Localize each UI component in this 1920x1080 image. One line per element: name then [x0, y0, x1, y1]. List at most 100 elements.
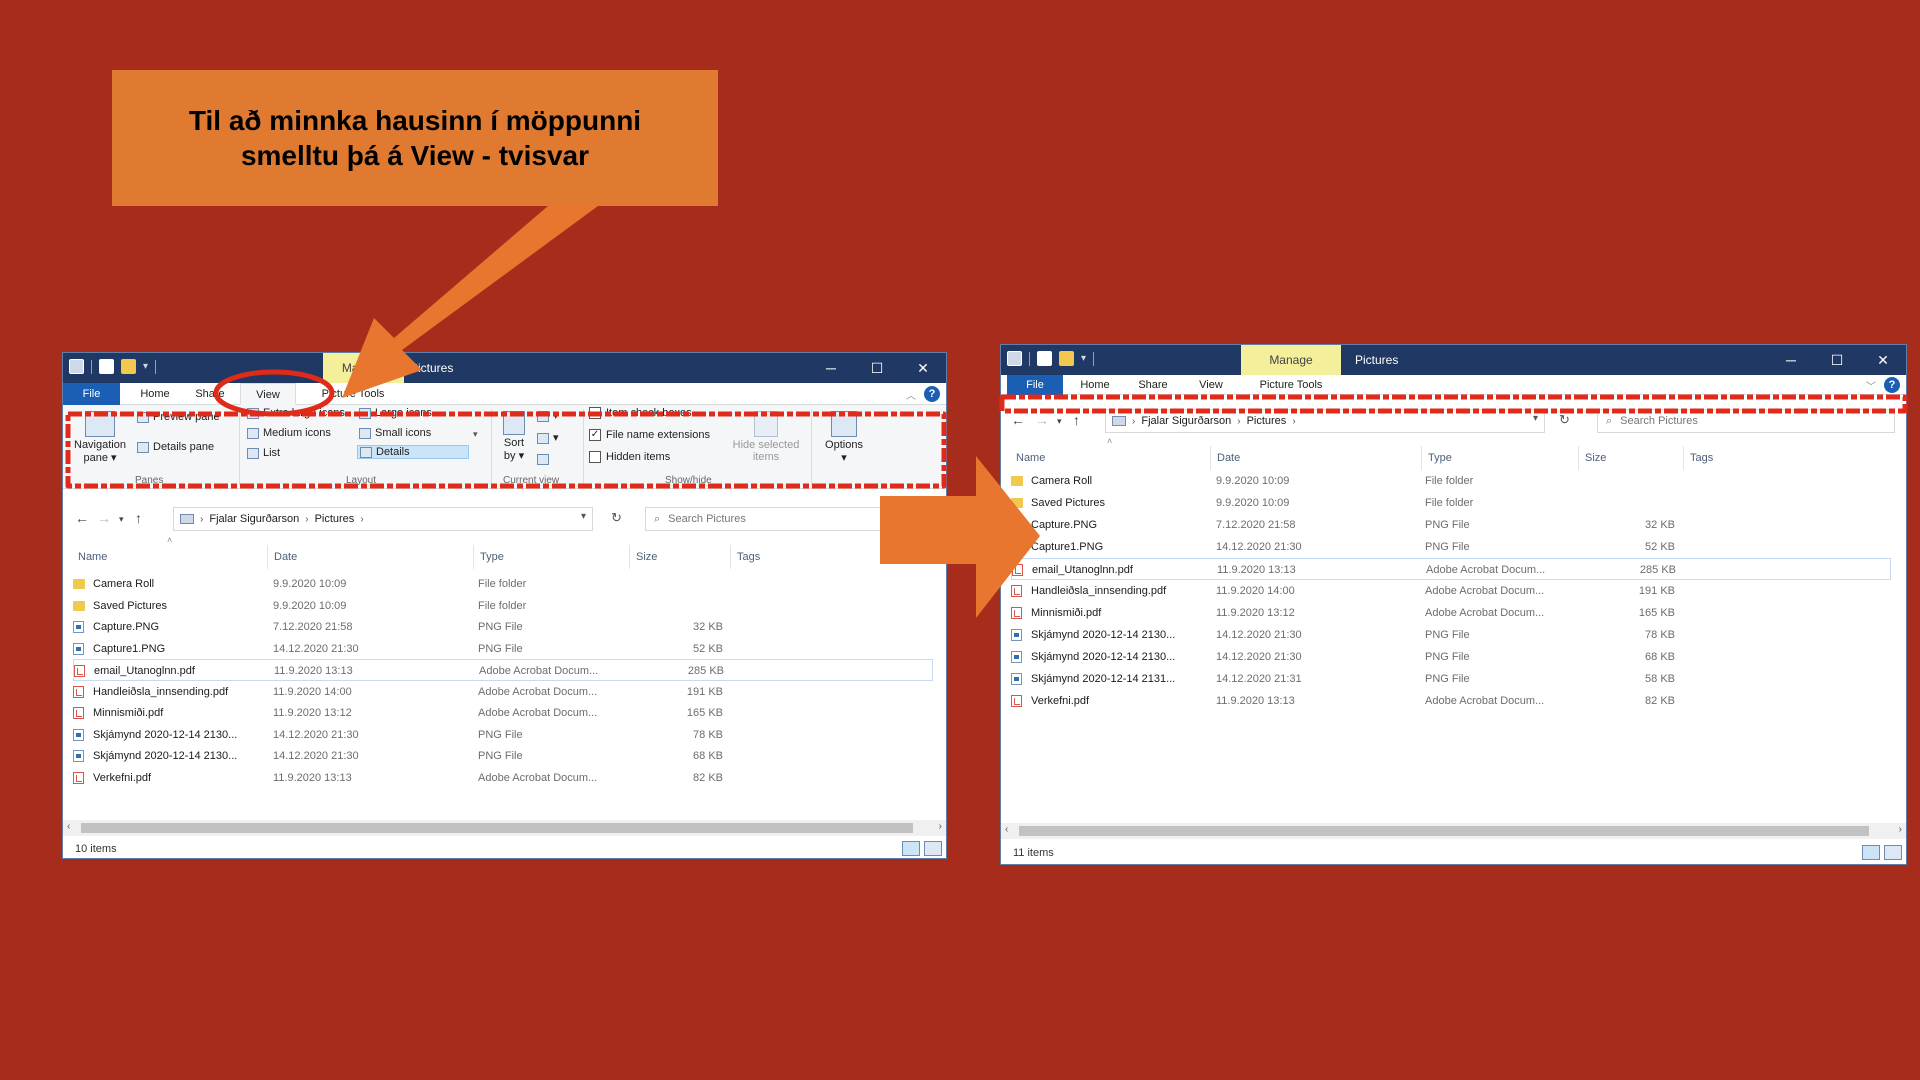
sort-by-button[interactable]: Sort by ▾ [499, 411, 529, 462]
maximize-icon[interactable]: ☐ [854, 353, 900, 383]
navigation-pane-button[interactable]: Navigation pane ▾ [71, 411, 129, 464]
small-icons-option[interactable]: Small icons [359, 427, 431, 439]
column-header-tags[interactable]: Tags [732, 545, 832, 569]
customize-toolbar-icon[interactable]: ▾ [143, 361, 148, 372]
tab-file[interactable]: File [1007, 375, 1063, 395]
file-row[interactable]: Handleiðsla_innsending.pdf 11.9.2020 14:0… [73, 681, 933, 703]
options-button[interactable]: Options ▾ [819, 411, 869, 464]
new-folder-icon[interactable] [1059, 351, 1074, 366]
column-header-type[interactable]: Type [1423, 446, 1579, 470]
column-header-type[interactable]: Type [475, 545, 630, 569]
help-icon[interactable]: ? [1884, 377, 1900, 393]
size-columns-icon[interactable] [537, 453, 553, 465]
scroll-right-icon[interactable]: › [939, 821, 942, 832]
column-header-name[interactable]: Name [1011, 446, 1211, 470]
file-row[interactable]: Verkefni.pdf 11.9.2020 13:13 Adobe Acrobat… [73, 767, 933, 789]
tab-picture-tools[interactable]: Picture Tools [303, 383, 403, 405]
tab-view[interactable]: View [240, 383, 296, 405]
column-header-size[interactable]: Size [1580, 446, 1684, 470]
file-row[interactable]: Handleiðsla_innsending.pdf 11.9.2020 14:0… [1011, 580, 1891, 602]
forward-arrow-icon[interactable]: → [1035, 412, 1049, 428]
file-row[interactable]: Capture1.PNG 14.12.2020 21:30 PNG File 52 K… [73, 638, 933, 660]
scrollbar-thumb[interactable] [1019, 826, 1869, 836]
large-icons-view-icon[interactable] [924, 841, 942, 856]
column-header-date[interactable]: Date [269, 545, 474, 569]
large-icons-option[interactable]: Large icons [359, 407, 432, 419]
file-row[interactable]: Skjámynd 2020-12-14 2130... 14.12.2020 21… [73, 724, 933, 746]
search-input[interactable]: ⌕ Search Pictures [1597, 409, 1895, 433]
file-row[interactable]: Minnismiði.pdf 11.9.2020 13:12 Adobe Acrob… [1011, 602, 1891, 624]
list-option[interactable]: List [247, 447, 280, 459]
minimize-icon[interactable]: ─ [1768, 345, 1814, 375]
item-check-boxes-checkbox[interactable]: Item check boxes [589, 407, 692, 420]
add-columns-icon[interactable]: ▾ [537, 431, 559, 444]
expand-ribbon-icon[interactable]: ﹀ [1866, 378, 1876, 393]
manage-context-tab[interactable]: Manage [323, 353, 404, 383]
breadcrumb-user[interactable]: Fjalar Sigurðarson [209, 513, 299, 525]
large-icons-view-icon[interactable] [1884, 845, 1902, 860]
collapse-ribbon-icon[interactable]: ︿ [906, 387, 916, 402]
horizontal-scrollbar[interactable]: ‹ › [63, 820, 946, 836]
file-row[interactable]: Capture1.PNG 14.12.2020 21:30 PNG File 52 K… [1011, 536, 1891, 558]
tab-home[interactable]: Home [1067, 375, 1123, 395]
preview-pane-button[interactable]: Preview pane [137, 411, 220, 423]
medium-icons-option[interactable]: Medium icons [247, 427, 331, 439]
system-menu-icon[interactable] [1007, 351, 1022, 366]
extra-large-icons-option[interactable]: Extra large icons [247, 407, 345, 419]
group-by-icon[interactable]: ▾ [537, 409, 559, 422]
details-view-icon[interactable] [902, 841, 920, 856]
refresh-icon[interactable]: ↻ [611, 510, 622, 526]
file-row[interactable]: Skjámynd 2020-12-14 2130... 14.12.2020 21… [1011, 646, 1891, 668]
system-menu-icon[interactable] [69, 359, 84, 374]
recent-locations-icon[interactable]: ▾ [119, 514, 124, 525]
scroll-left-icon[interactable]: ‹ [1005, 824, 1008, 835]
back-arrow-icon[interactable]: ← [1011, 412, 1025, 428]
close-icon[interactable]: ✕ [1860, 345, 1906, 375]
details-option[interactable]: Details [357, 445, 469, 459]
tab-picture-tools[interactable]: Picture Tools [1241, 375, 1341, 395]
tab-file[interactable]: File [63, 383, 120, 405]
tab-share[interactable]: Share [1125, 375, 1181, 395]
file-row[interactable]: Camera Roll 9.9.2020 10:09 File folder [73, 573, 933, 595]
file-row[interactable]: Saved Pictures 9.9.2020 10:09 File folder [1011, 492, 1891, 514]
tab-home[interactable]: Home [127, 383, 183, 405]
file-row[interactable]: Skjámynd 2020-12-14 2131... 14.12.2020 21… [1011, 668, 1891, 690]
horizontal-scrollbar[interactable]: ‹ › [1001, 823, 1906, 839]
layout-scroll-icon[interactable]: ▾ [473, 429, 478, 440]
column-header-tags[interactable]: Tags [1685, 446, 1785, 470]
file-row[interactable]: Minnismiði.pdf 11.9.2020 13:12 Adobe Acrob… [73, 702, 933, 724]
search-input[interactable]: ⌕ Search Pictures [645, 507, 945, 531]
column-header-name[interactable]: Name [73, 545, 268, 569]
file-row[interactable]: Saved Pictures 9.9.2020 10:09 File folder [73, 595, 933, 617]
address-dropdown-icon[interactable]: ▾ [1533, 413, 1538, 424]
file-name-extensions-checkbox[interactable]: ✓ File name extensions [589, 429, 710, 442]
file-row[interactable]: Verkefni.pdf 11.9.2020 13:13 Adobe Acrobat… [1011, 690, 1891, 712]
scroll-right-icon[interactable]: › [1899, 824, 1902, 835]
tab-share[interactable]: Share [183, 383, 237, 405]
hidden-items-checkbox[interactable]: Hidden items [589, 451, 670, 464]
file-row[interactable]: Capture.PNG 7.12.2020 21:58 PNG File 32 KB [1011, 514, 1891, 536]
refresh-icon[interactable]: ↻ [1559, 412, 1570, 428]
close-icon[interactable]: ✕ [900, 353, 946, 383]
file-row[interactable]: Camera Roll 9.9.2020 10:09 File folder [1011, 470, 1891, 492]
tab-view[interactable]: View [1185, 375, 1237, 395]
up-arrow-icon[interactable]: ↑ [1073, 412, 1080, 428]
file-row[interactable]: email_Utanoglnn.pdf 11.9.2020 13:13 Adobe … [73, 659, 933, 681]
help-icon[interactable]: ? [924, 386, 940, 402]
column-header-date[interactable]: Date [1212, 446, 1422, 470]
address-dropdown-icon[interactable]: ▾ [581, 511, 586, 522]
recent-locations-icon[interactable]: ▾ [1057, 416, 1062, 427]
up-arrow-icon[interactable]: ↑ [135, 510, 142, 526]
scrollbar-thumb[interactable] [81, 823, 913, 833]
scroll-left-icon[interactable]: ‹ [67, 821, 70, 832]
file-row[interactable]: Skjámynd 2020-12-14 2130... 14.12.2020 21… [73, 745, 933, 767]
address-bar[interactable]: › Fjalar Sigurðarson › Pictures › ▾ [173, 507, 593, 531]
column-header-size[interactable]: Size [631, 545, 731, 569]
manage-context-tab[interactable]: Manage [1241, 345, 1341, 375]
properties-icon[interactable] [1037, 351, 1052, 366]
breadcrumb-pictures[interactable]: Pictures [1247, 415, 1287, 427]
breadcrumb-user[interactable]: Fjalar Sigurðarson [1141, 415, 1231, 427]
forward-arrow-icon[interactable]: → [97, 510, 111, 526]
customize-toolbar-icon[interactable]: ▾ [1081, 353, 1086, 364]
hide-selected-items-button[interactable]: Hide selected items [727, 411, 805, 463]
